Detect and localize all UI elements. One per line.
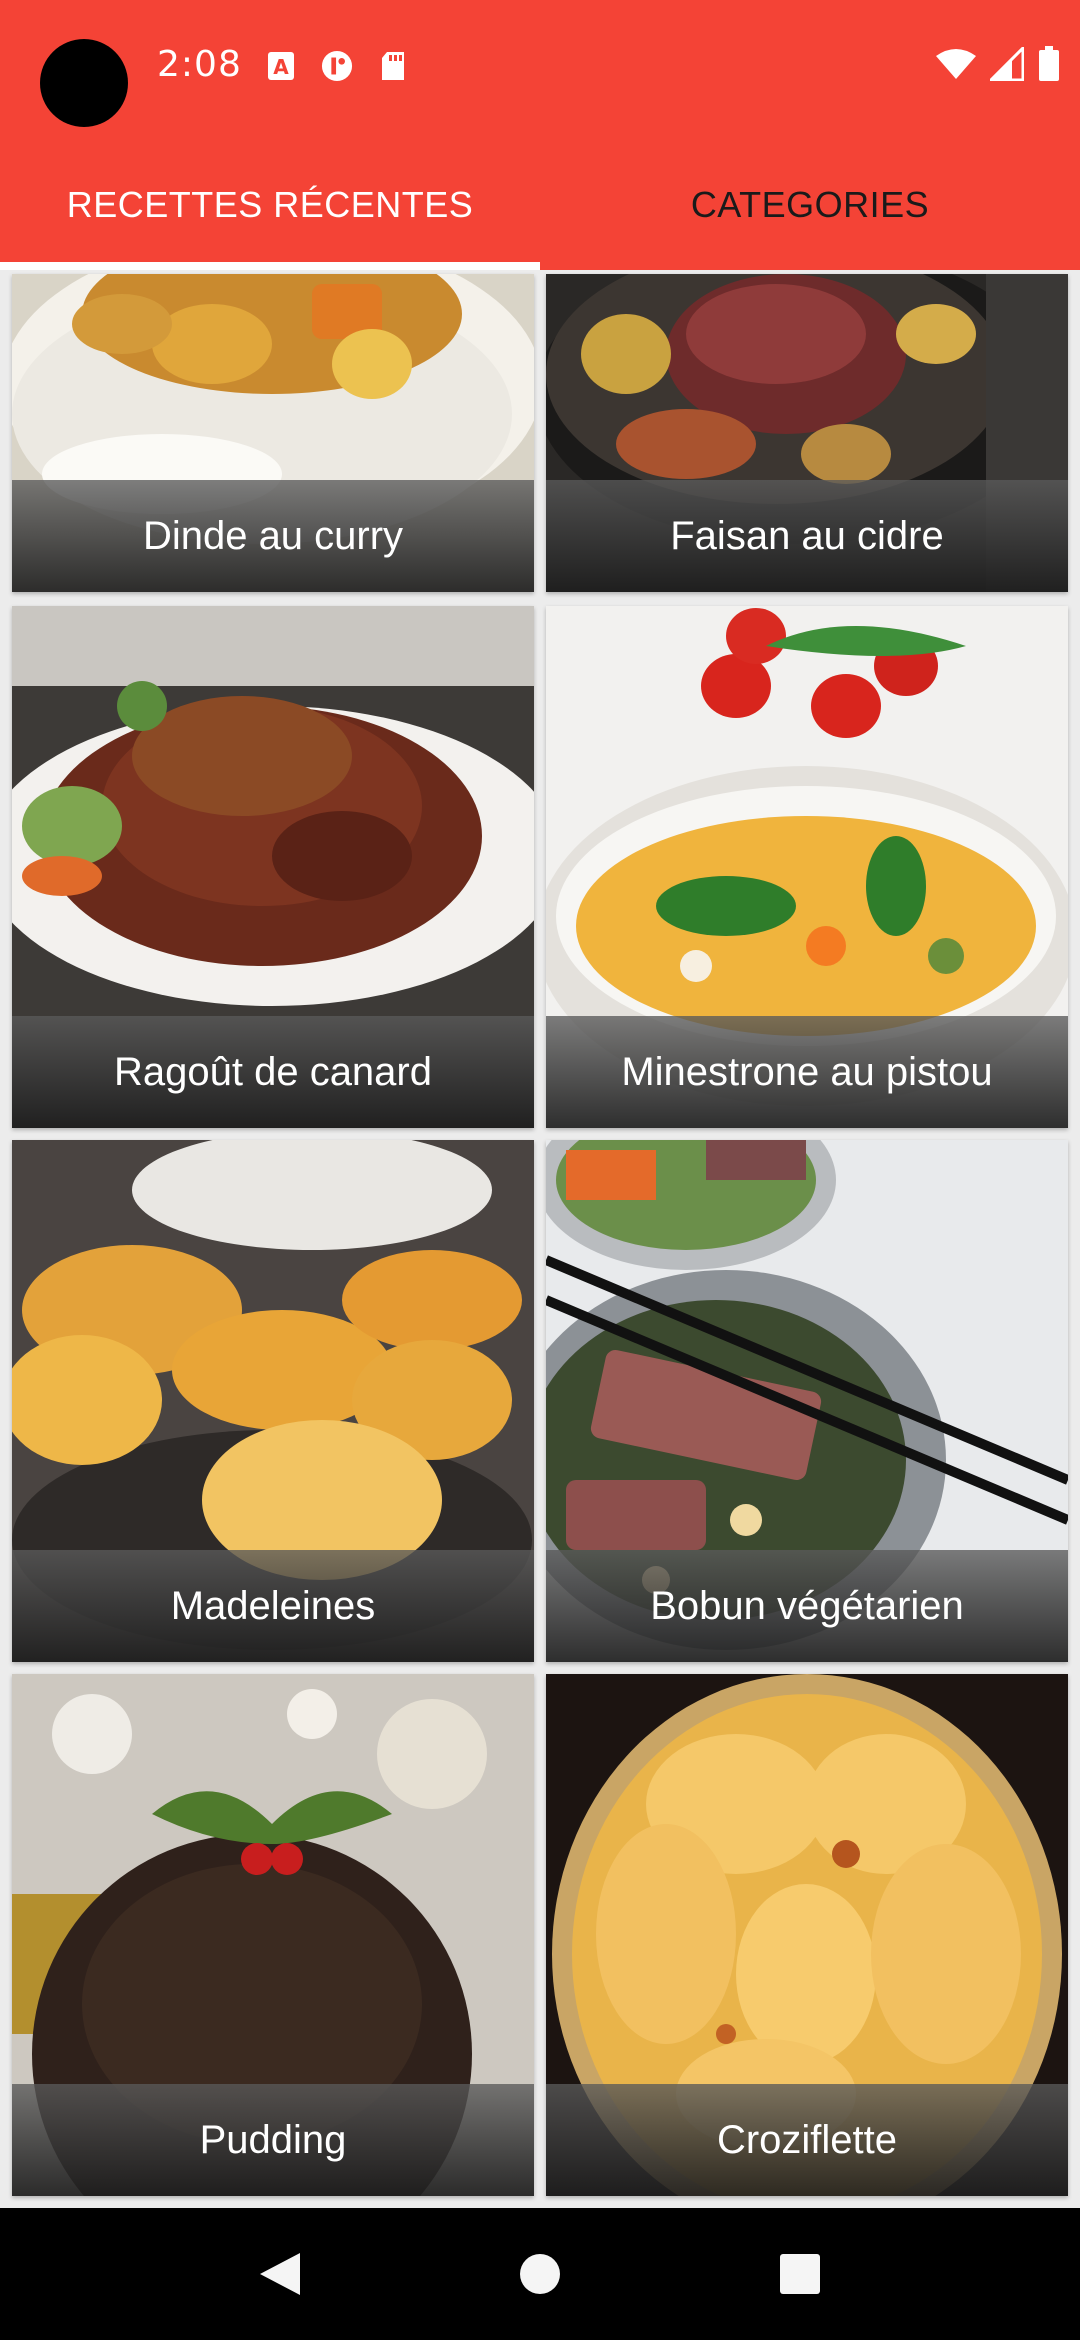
recents-icon[interactable] bbox=[760, 2234, 840, 2314]
recipe-title: Bobun végétarien bbox=[546, 1550, 1068, 1662]
recipe-title: Croziflette bbox=[546, 2084, 1068, 2196]
recipe-card[interactable]: Pudding bbox=[12, 1674, 534, 2196]
signal-icon bbox=[987, 44, 1025, 85]
battery-icon bbox=[1038, 46, 1060, 86]
status-bar: 2:08 A bbox=[0, 0, 1080, 140]
recipe-card[interactable]: Minestrone au pistou bbox=[546, 606, 1068, 1128]
wifi-icon bbox=[936, 48, 976, 84]
system-navigation-bar bbox=[0, 2208, 1080, 2340]
back-icon[interactable] bbox=[240, 2234, 320, 2314]
recipe-card[interactable]: Ragoût de canard bbox=[12, 606, 534, 1128]
tab-recent-recipes[interactable]: RECETTES RÉCENTES bbox=[0, 140, 540, 270]
tab-label: RECETTES RÉCENTES bbox=[66, 184, 474, 225]
status-clock: 2:08 bbox=[157, 44, 242, 85]
recipe-title: Pudding bbox=[12, 2084, 534, 2196]
camera-cutout bbox=[40, 39, 128, 127]
text-a-icon: A bbox=[265, 50, 297, 82]
notification-icons: A bbox=[265, 50, 409, 82]
recipe-card[interactable]: Bobun végétarien bbox=[546, 1140, 1068, 1662]
home-icon[interactable] bbox=[500, 2234, 580, 2314]
system-icons bbox=[936, 44, 1060, 86]
recipe-card[interactable]: Madeleines bbox=[12, 1140, 534, 1662]
recipe-title: Ragoût de canard bbox=[12, 1016, 534, 1128]
sd-card-icon bbox=[377, 50, 409, 82]
recipe-title: Faisan au cidre bbox=[546, 480, 1068, 592]
recipe-card[interactable]: Faisan au cidre bbox=[546, 274, 1068, 592]
recipe-title: Minestrone au pistou bbox=[546, 1016, 1068, 1128]
tab-bar: RECETTES RÉCENTES CATEGORIES bbox=[0, 140, 1080, 270]
recipe-title: Dinde au curry bbox=[12, 480, 534, 592]
tab-categories[interactable]: CATEGORIES bbox=[540, 140, 1080, 270]
alert-circle-icon bbox=[321, 50, 353, 82]
app-root: 2:08 A RECETTES RÉCENTES CATEGORIES Dind… bbox=[0, 0, 1080, 2340]
recipe-card[interactable]: Dinde au curry bbox=[12, 274, 534, 592]
recipe-card[interactable]: Croziflette bbox=[546, 1674, 1068, 2196]
tab-label: CATEGORIES bbox=[690, 184, 930, 225]
recipe-title: Madeleines bbox=[12, 1550, 534, 1662]
recipe-grid: Dinde au curry Faisan au cidre Ragoût de… bbox=[0, 270, 1080, 2210]
svg-text:A: A bbox=[273, 55, 289, 79]
tab-indicator bbox=[0, 262, 540, 270]
